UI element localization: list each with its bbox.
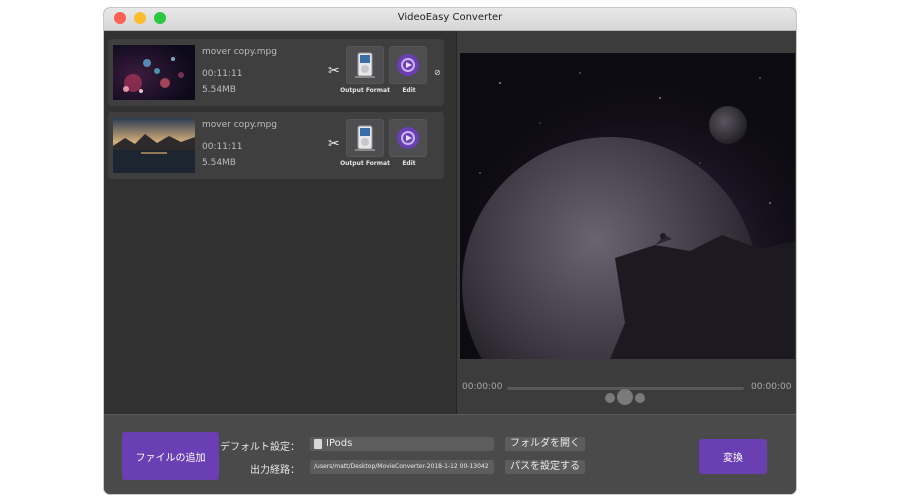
output-format-label: Output Format bbox=[340, 87, 390, 94]
current-time: 00:00:00 bbox=[462, 382, 503, 392]
info-icon[interactable]: ⊘ bbox=[434, 68, 441, 77]
file-duration: 00:11:11 bbox=[202, 142, 243, 152]
output-format-label: Output Format bbox=[340, 160, 390, 167]
file-item-1[interactable]: mover copy.mpg 00:11:11 5.54MB ✂ Output … bbox=[108, 39, 444, 106]
bottom-toolbar: ファイルの追加 デフォルト設定： IPods 出力経路： /users/matt… bbox=[104, 414, 796, 494]
output-format-button[interactable] bbox=[346, 119, 384, 157]
default-setting-value: IPods bbox=[326, 438, 353, 449]
window-title: VideoEasy Converter bbox=[397, 12, 503, 23]
file-size: 5.54MB bbox=[202, 158, 236, 168]
video-thumbnail bbox=[113, 45, 195, 100]
output-path-field[interactable]: /users/matt/Desktop/MovieConverter-2018-… bbox=[310, 460, 494, 474]
edit-label: Edit bbox=[402, 160, 416, 167]
video-preview bbox=[460, 53, 795, 359]
open-folder-button[interactable]: フォルダを開く bbox=[505, 437, 585, 451]
edit-label: Edit bbox=[402, 87, 416, 94]
file-list: mover copy.mpg 00:11:11 5.54MB ✂ Output … bbox=[104, 31, 456, 414]
file-size: 5.54MB bbox=[202, 85, 236, 95]
edit-button[interactable] bbox=[389, 119, 427, 157]
file-duration: 00:11:11 bbox=[202, 69, 243, 79]
output-path-label: 出力経路： bbox=[250, 465, 300, 476]
total-time: 00:00:00 bbox=[751, 382, 792, 392]
edit-button[interactable] bbox=[389, 46, 427, 84]
add-file-button[interactable]: ファイルの追加 bbox=[122, 432, 219, 480]
ipod-icon bbox=[355, 125, 375, 151]
scissors-icon[interactable]: ✂ bbox=[328, 136, 340, 152]
next-button[interactable] bbox=[635, 393, 645, 403]
default-setting-label: デフォルト設定： bbox=[220, 442, 300, 453]
preview-pane: 00:00:00 00:00:00 bbox=[457, 31, 796, 414]
edit-icon bbox=[397, 54, 419, 76]
default-setting-select[interactable]: IPods bbox=[310, 437, 494, 451]
video-thumbnail bbox=[113, 118, 195, 173]
ipod-icon bbox=[355, 52, 375, 78]
scissors-icon[interactable]: ✂ bbox=[328, 63, 340, 79]
file-item-2[interactable]: mover copy.mpg 00:11:11 5.54MB ✂ Output … bbox=[108, 112, 444, 179]
file-name: mover copy.mpg bbox=[202, 120, 277, 130]
file-name: mover copy.mpg bbox=[202, 47, 277, 57]
previous-button[interactable] bbox=[605, 393, 615, 403]
app-window: VideoEasy Converter mover copy.mpg 00:11… bbox=[104, 8, 796, 494]
convert-button[interactable]: 変換 bbox=[699, 439, 767, 474]
output-format-button[interactable] bbox=[346, 46, 384, 84]
title-bar: VideoEasy Converter bbox=[104, 8, 796, 31]
ipod-small-icon bbox=[314, 439, 322, 449]
set-path-button[interactable]: パスを設定する bbox=[505, 460, 585, 474]
edit-icon bbox=[397, 127, 419, 149]
play-button[interactable] bbox=[617, 389, 633, 405]
